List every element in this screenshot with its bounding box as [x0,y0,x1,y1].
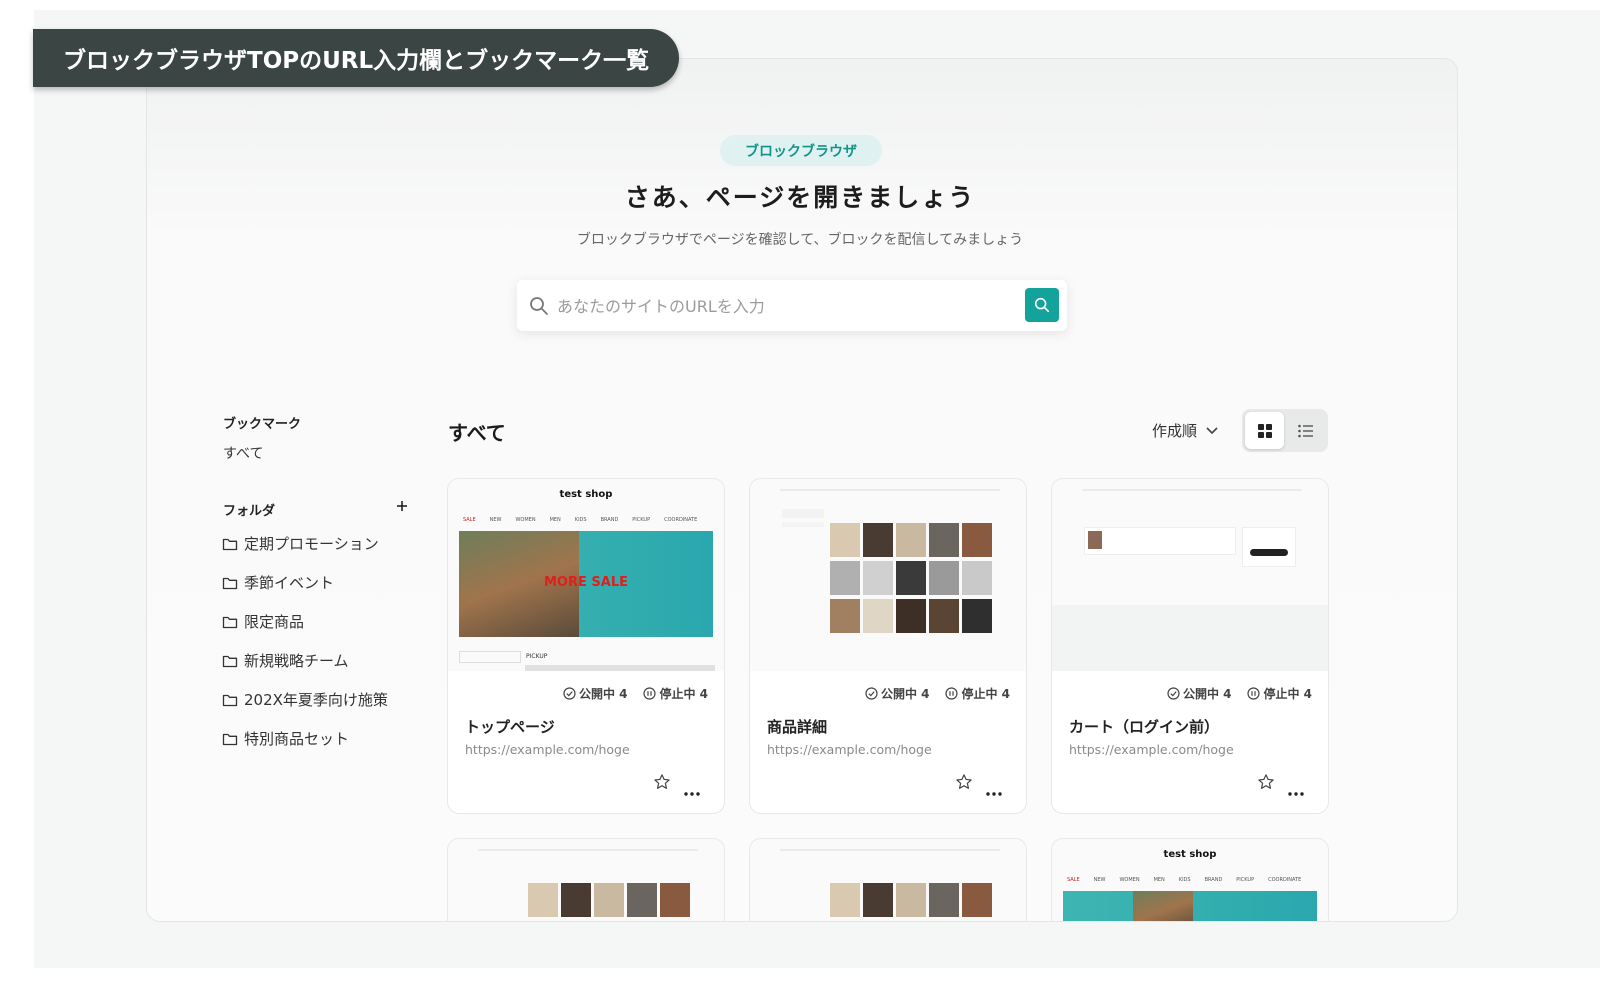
plus-icon [397,501,407,511]
stopped-count: 停止中 4 [945,685,1010,702]
published-count: 公開中 4 [1167,685,1231,702]
folder-label: 202X年夏季向け施策 [244,691,388,709]
sidebar-folder-item[interactable]: 季節イベント [222,572,334,593]
thumbnail-hero: MORE SALE [459,531,713,637]
folder-icon [222,577,238,589]
page-subtitle: ブロックブラウザでページを確認して、ブロックを配信してみましょう [576,232,1024,248]
favorite-button[interactable] [955,773,973,795]
card-stats: 公開中 4 停止中 4 [1167,685,1312,702]
star-icon [654,774,670,789]
thumbnail-hero-text: MORE SALE [544,575,628,590]
sort-label: 作成順 [1152,422,1198,440]
add-folder-button[interactable] [394,498,410,514]
thumbnail-nav: SALE NEW WOMEN MEN KIDS BRAND PICKUP COORDINATE [463,517,698,523]
url-input[interactable] [555,292,1019,320]
page-card[interactable] [447,838,725,921]
section-title: すべて [448,421,506,445]
sort-dropdown[interactable]: 作成順 [1152,420,1219,441]
card-url: https://example.com/hoge [465,742,630,757]
card-url: https://example.com/hoge [767,742,932,757]
page-card[interactable]: test shop SALE NEW WOMEN MEN KIDS BRAND PICKUP… [447,478,725,814]
stopped-count: 停止中 4 [643,685,708,702]
card-url: https://example.com/hoge [1069,742,1234,757]
folder-label: 新規戦略チーム [244,652,349,670]
folder-icon [222,616,238,628]
folder-icon [222,538,238,550]
app-name-badge: ブロックブラウザ [720,135,882,166]
page-card[interactable]: test shop SALE NEW WOMEN MEN KIDS BRAND PICKUP… [1051,838,1329,921]
stopped-count: 停止中 4 [1247,685,1312,702]
page-thumbnail: test shop SALE NEW WOMEN MEN KIDS BRAND PICKUP… [448,479,724,671]
list-icon [1297,424,1313,437]
sidebar-folder-item[interactable]: 定期プロモーション [222,533,379,554]
page-card[interactable]: 公開中 4 停止中 4 商品詳細 https://example.com/hog… [749,478,1027,814]
page-card[interactable]: 公開中 4 停止中 4 カート（ログイン前） https://example.c… [1051,478,1329,814]
folder-icon [222,694,238,706]
thumbnail-shop-name: test shop [559,489,613,500]
card-stats: 公開中 4 停止中 4 [563,685,708,702]
favorite-button[interactable] [653,773,671,795]
folder-icon [222,655,238,667]
pause-circle-icon [945,687,959,700]
screen-title-banner: ブロックブラウザTOPのURL入力欄とブックマーク一覧 [33,29,680,87]
check-circle-icon [1167,687,1180,700]
more-options-button[interactable] [986,781,1002,800]
folder-icon [222,733,238,745]
more-options-button[interactable] [684,781,700,800]
page-card[interactable] [749,838,1027,921]
check-circle-icon [865,687,878,700]
thumbnail-nav: SALE NEW WOMEN MEN KIDS BRAND PICKUP COORDINATE [1067,877,1302,883]
page-thumbnail [1052,479,1328,671]
card-title: トップページ [465,718,555,736]
ellipsis-icon [1288,792,1304,796]
card-title: カート（ログイン前） [1069,718,1220,736]
search-icon [529,296,549,320]
url-search-bar [517,280,1067,331]
page-thumbnail [750,479,1026,671]
grid-view-button[interactable] [1245,412,1284,449]
ellipsis-icon [986,792,1002,796]
pause-circle-icon [643,687,657,700]
published-count: 公開中 4 [563,685,627,702]
folder-heading: フォルダ [223,504,276,519]
folder-label: 特別商品セット [244,730,350,748]
sidebar-folder-item[interactable]: 特別商品セット [222,728,349,749]
ellipsis-icon [684,792,700,796]
favorite-button[interactable] [1257,773,1275,795]
card-title: 商品詳細 [767,718,828,736]
page-headline: さあ、ページを開きましょう [624,183,976,212]
star-icon [1258,774,1274,789]
page-thumbnail [750,839,1026,921]
page-thumbnail: test shop SALE NEW WOMEN MEN KIDS BRAND PICKUP… [1052,839,1328,921]
sidebar-folder-item[interactable]: 限定商品 [222,611,304,632]
check-circle-icon [563,687,576,700]
sidebar-folder-item[interactable]: 新規戦略チーム [222,650,349,671]
pause-circle-icon [1247,687,1261,700]
page-thumbnail [448,839,724,921]
folder-label: 定期プロモーション [244,535,379,553]
star-icon [956,774,972,789]
published-count: 公開中 4 [865,685,929,702]
list-view-button[interactable] [1286,412,1325,449]
thumbnail-hero [1063,891,1317,921]
bookmark-heading: ブックマーク [223,417,302,432]
folder-label: 限定商品 [244,613,305,631]
more-options-button[interactable] [1288,781,1304,800]
chevron-down-icon [1206,426,1218,434]
folder-label: 季節イベント [244,574,335,592]
search-submit-button[interactable] [1025,288,1059,322]
card-stats: 公開中 4 停止中 4 [865,685,1010,702]
sidebar-item-all[interactable]: すべて [223,443,263,463]
sidebar-folder-item[interactable]: 202X年夏季向け施策 [222,689,388,710]
search-icon [1034,297,1050,313]
thumbnail-shop-name: test shop [1163,849,1217,860]
grid-icon [1257,423,1272,438]
view-toggle [1242,409,1328,452]
